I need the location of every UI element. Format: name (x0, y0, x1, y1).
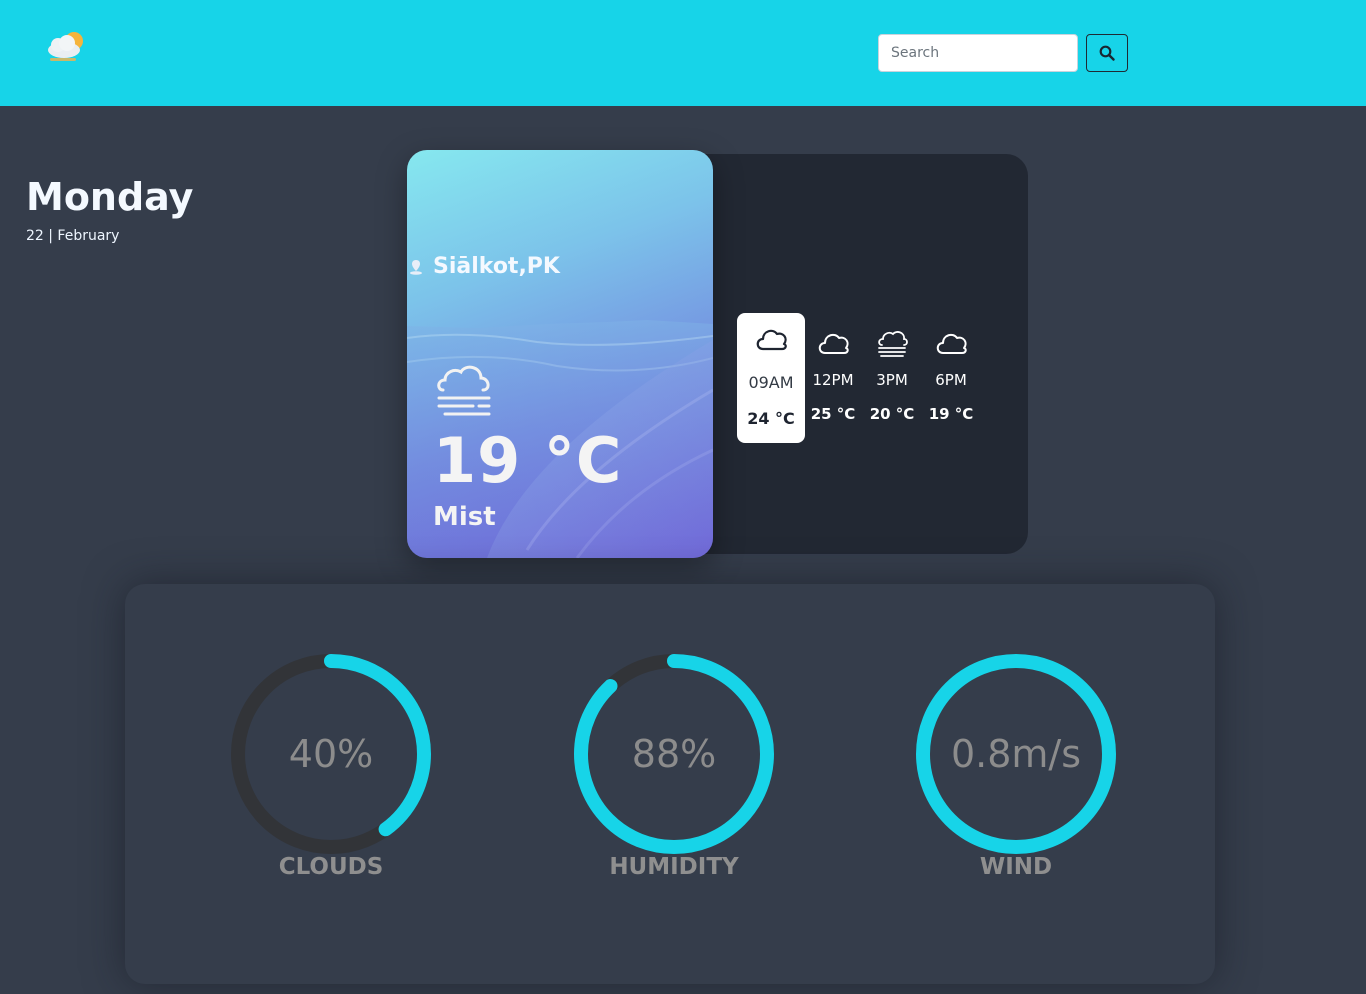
weather-logo-icon[interactable] (44, 30, 88, 68)
current-temperature: 19 °C (433, 424, 623, 497)
mist-icon (437, 365, 491, 416)
humidity-label: HUMIDITY (609, 854, 739, 880)
location-pin-icon (410, 259, 422, 275)
humidity-gauge: 88% HUMIDITY (564, 654, 784, 894)
hourly-time: 6PM (935, 371, 967, 389)
day-name: Monday (26, 175, 194, 219)
cloud-icon (818, 333, 849, 354)
search-input[interactable] (878, 34, 1078, 72)
cloud-icon (756, 329, 787, 351)
wind-gauge: 0.8m/s WIND (906, 654, 1126, 894)
hourly-temp: 19 °C (928, 405, 974, 423)
hourly-temp: 24 °C (747, 409, 795, 428)
current-condition: Mist (433, 502, 496, 532)
hourly-temp: 25 °C (810, 405, 856, 423)
search-button[interactable] (1086, 34, 1128, 72)
hourly-slot-3pm[interactable]: 3PM 20 °C (858, 313, 926, 443)
hourly-time: 09AM (748, 373, 794, 392)
hourly-slot-6pm[interactable]: 6PM 19 °C (917, 313, 985, 443)
hourly-time: 3PM (876, 371, 908, 389)
hourly-slot-09am[interactable]: 09AM 24 °C (737, 313, 805, 443)
clouds-gauge: 40% CLOUDS (221, 654, 441, 894)
top-navbar (0, 0, 1366, 106)
hourly-time: 12PM (812, 371, 854, 389)
date-text: 22 | February (26, 228, 120, 244)
location-name: Siālkot,PK (433, 254, 560, 279)
wind-value: 0.8m/s (950, 732, 1082, 776)
location-row: Siālkot,PK (407, 254, 560, 279)
hourly-slot-12pm[interactable]: 12PM 25 °C (799, 313, 867, 443)
mist-icon (878, 331, 908, 357)
hourly-temp: 20 °C (869, 405, 915, 423)
clouds-value: 40% (288, 732, 374, 776)
humidity-value: 88% (631, 732, 717, 776)
clouds-label: CLOUDS (278, 854, 384, 880)
wind-label: WIND (979, 854, 1053, 880)
search-icon (1099, 45, 1115, 61)
cloud-icon (936, 333, 967, 354)
